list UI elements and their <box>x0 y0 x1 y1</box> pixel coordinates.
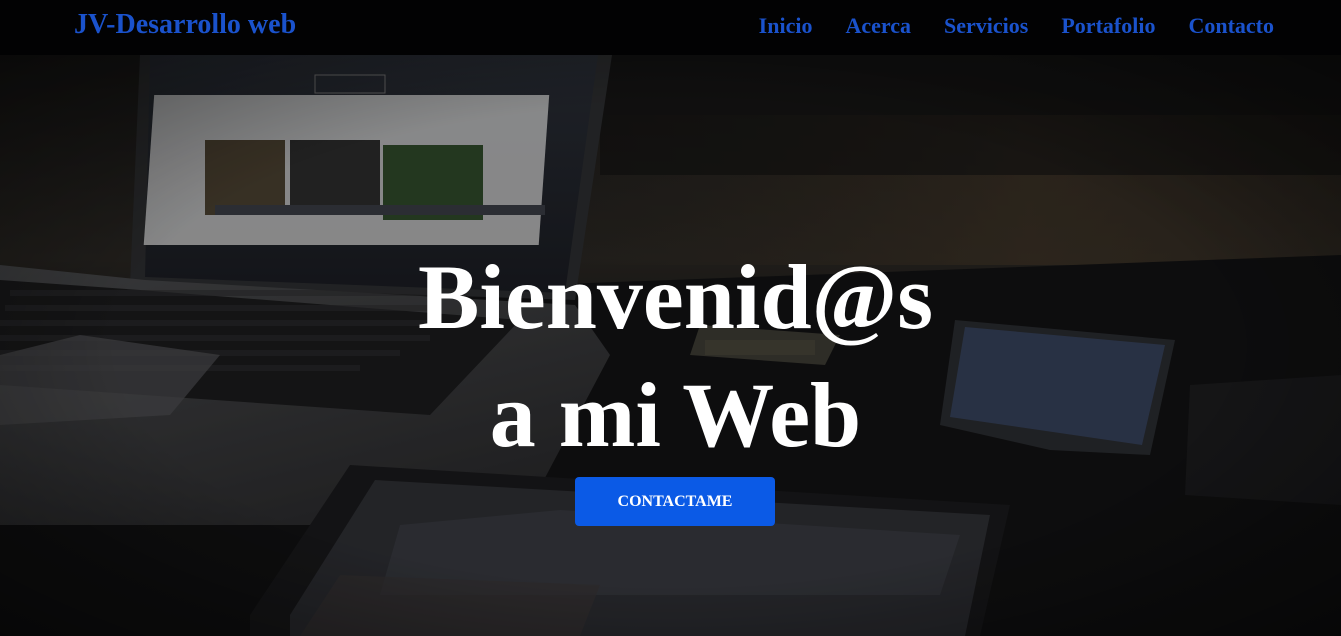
nav-link-contacto[interactable]: Contacto <box>1188 13 1274 39</box>
navbar: JV-Desarrollo web Inicio Acerca Servicio… <box>0 0 1341 55</box>
hero-section: Bienvenid@s a mi Web CONTACTAME <box>0 55 1341 636</box>
nav-link-acerca[interactable]: Acerca <box>845 13 911 39</box>
hero-title-line-1: Bienvenid@s <box>417 246 934 348</box>
hero-title-line-2: a mi Web <box>489 364 862 466</box>
nav-link-inicio[interactable]: Inicio <box>759 13 813 39</box>
nav-links: Inicio Acerca Servicios Portafolio Conta… <box>759 13 1274 39</box>
nav-link-servicios[interactable]: Servicios <box>944 13 1028 39</box>
hero-title: Bienvenid@s a mi Web <box>0 238 1341 474</box>
contact-cta-button[interactable]: CONTACTAME <box>575 477 775 526</box>
brand-logo-link[interactable]: JV-Desarrollo web <box>74 9 296 41</box>
nav-link-portafolio[interactable]: Portafolio <box>1061 13 1155 39</box>
